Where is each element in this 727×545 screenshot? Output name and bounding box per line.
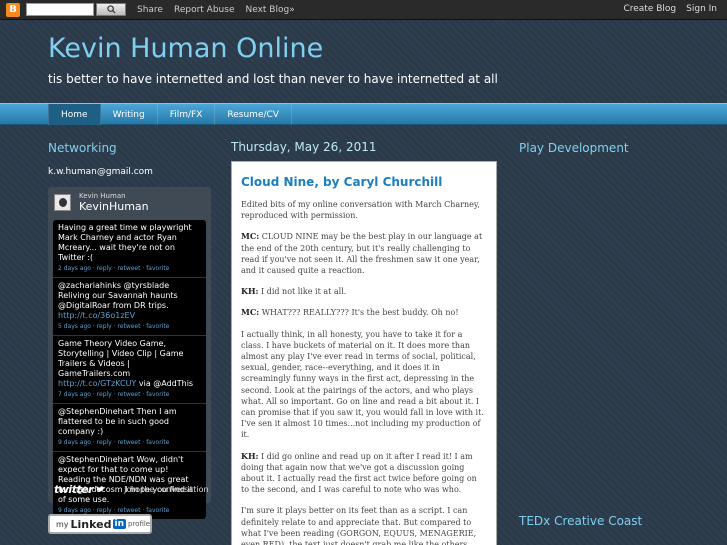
avatar[interactable] [54,194,71,211]
tweet-text: Game Theory Video Game, Storytelling | V… [58,339,194,388]
tab-home[interactable]: Home [48,104,101,125]
tedx-creative-coast-heading: TEDx Creative Coast [519,514,643,528]
page-tabs: Home Writing Film/FX Resume/CV [0,103,727,125]
blogger-navbar: B Share Report Abuse Next Blog» Create B… [0,0,727,20]
twitter-profile-header[interactable]: Kevin Human KevinHuman [54,192,149,213]
tweet-link[interactable]: http://t.co/GTzKCUY [58,379,136,388]
blog-post: Cloud Nine, by Caryl Churchill Edited bi… [231,161,497,545]
search-button[interactable] [96,3,126,16]
twitter-logo[interactable]: twitter [54,483,94,496]
email-address: k.w.human@gmail.com [48,167,153,177]
join-conversation-link[interactable]: Join the conversation [124,485,208,494]
post-title[interactable]: Cloud Nine, by Caryl Churchill [241,175,487,189]
search-input[interactable] [26,3,94,16]
linkedin-profile-badge[interactable]: my Linked in profile [48,514,152,534]
tweet-meta[interactable]: 5 days ago · reply · retweet · favorite [58,322,201,332]
post-paragraph: MC: WHAT??? REALLY??? It's the best budd… [241,307,459,318]
networking-heading: Networking [48,141,117,155]
post-paragraph: Edited bits of my online conversation wi… [241,200,480,221]
post-date-header: Thursday, May 26, 2011 [231,140,377,154]
twitter-display-name: Kevin Human [79,192,126,200]
tweet-meta[interactable]: 7 days ago · reply · retweet · favorite [58,390,201,400]
tweet-text: @StephenDinehart Wow, didn't expect for … [58,455,193,504]
magnifier-icon [106,5,116,14]
tweet: Having a great time w playwright Mark Ch… [53,220,206,278]
report-abuse-link[interactable]: Report Abuse [174,5,235,15]
tweet-text: @StephenDinehart Then I am flattered to … [58,407,177,436]
post-paragraph: KH: I did go online and read up on it af… [241,450,477,495]
share-link[interactable]: Share [137,5,163,15]
tweet-meta[interactable]: 9 days ago · reply · retweet · favorite [58,438,201,448]
blogger-logo-icon[interactable]: B [6,2,20,17]
tweet-text: @zachariahinks @tyrsblade Reliving our S… [58,281,178,320]
post-paragraph: I'm sure it plays better on its feet tha… [241,506,477,545]
tab-resume-cv[interactable]: Resume/CV [215,104,292,125]
tweet: @StephenDinehart Then I am flattered to … [53,404,206,452]
twitter-widget: Kevin Human KevinHuman Having a great ti… [48,187,211,519]
tweet: Game Theory Video Game, Storytelling | V… [53,336,206,404]
blog-title[interactable]: Kevin Human Online [48,33,323,64]
play-development-heading: Play Development [519,141,629,155]
create-blog-link[interactable]: Create Blog [623,4,676,14]
tweet: @zachariahinks @tyrsblade Reliving our S… [53,278,206,336]
next-blog-link[interactable]: Next Blog» [245,5,294,15]
post-paragraph: I actually think, in all honesty, you ha… [241,329,484,440]
twitter-handle[interactable]: KevinHuman [79,200,149,213]
tab-writing[interactable]: Writing [101,104,158,125]
tweet-list: Having a great time w playwright Mark Ch… [53,220,206,519]
twitter-bird-icon [96,485,106,492]
post-paragraph: MC: CLOUD NINE may be the best play in o… [241,231,483,276]
sign-in-link[interactable]: Sign In [686,4,717,14]
tweet-meta[interactable]: 2 days ago · reply · retweet · favorite [58,264,201,274]
tweet-link[interactable]: http://t.co/36o1zEV [58,311,135,320]
tab-film-fx[interactable]: Film/FX [158,104,216,125]
tweet-text: Having a great time w playwright Mark Ch… [58,223,192,262]
blog-description: tis better to have internetted and lost … [48,72,498,86]
post-paragraph: KH: I did not like it at all. [241,286,347,297]
